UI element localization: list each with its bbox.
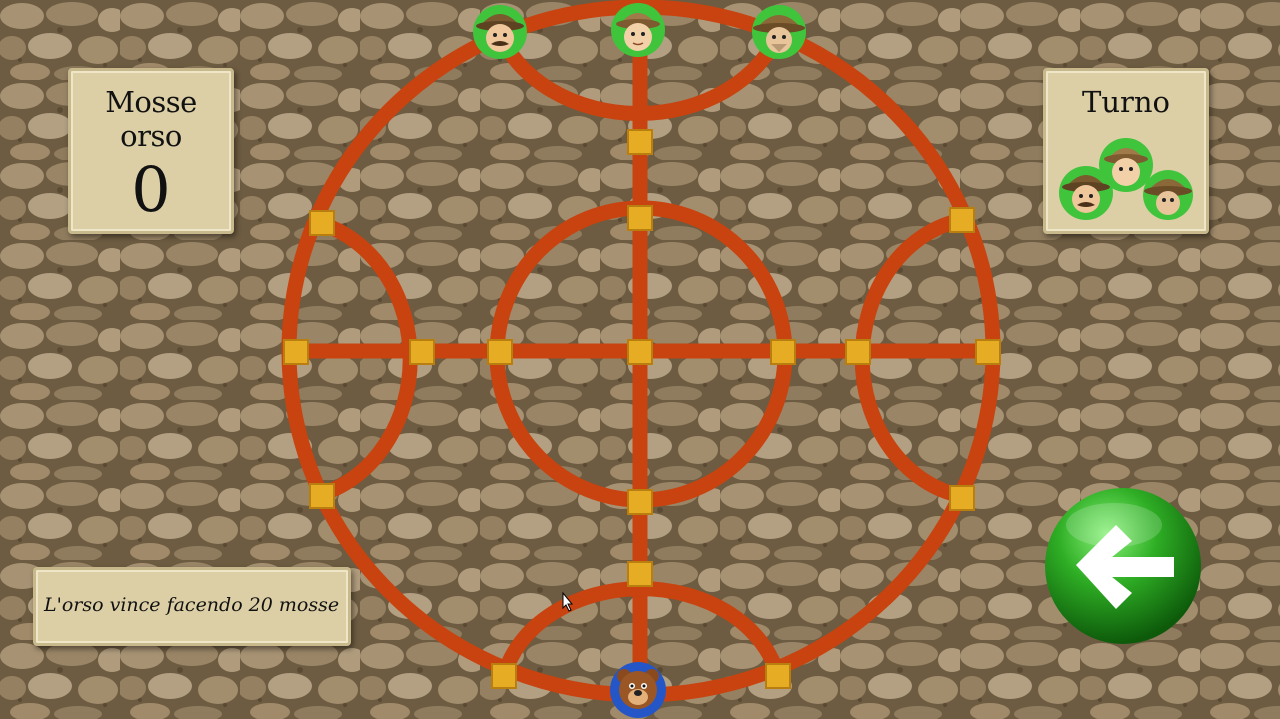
turn-panel: Turno [1043,68,1209,234]
info-panel: L'orso vince facendo 20 mosse [33,567,351,646]
moves-counter-value: 0 [131,153,171,226]
node[interactable] [627,129,653,155]
node[interactable] [409,339,435,365]
node[interactable] [283,339,309,365]
info-text: L'orso vince facendo 20 mosse [44,594,340,616]
node[interactable] [845,339,871,365]
node[interactable] [949,207,975,233]
node[interactable] [487,339,513,365]
node[interactable] [491,663,517,689]
node[interactable] [975,339,1001,365]
node[interactable] [627,561,653,587]
node[interactable] [949,485,975,511]
left-arc-track [319,216,418,502]
turn-hunters-indicator [1059,138,1193,220]
hunter-piece[interactable] [473,5,527,59]
hunter-piece[interactable] [611,3,665,57]
bear-piece[interactable] [610,662,666,718]
back-button[interactable] [1042,485,1204,647]
hunter-icon [1143,170,1193,220]
node[interactable] [627,339,653,365]
node[interactable] [627,489,653,515]
node[interactable] [627,205,653,231]
node[interactable] [765,663,791,689]
back-arrow-icon [1045,488,1201,644]
hunter-piece[interactable] [752,5,806,59]
node[interactable] [309,483,335,509]
moves-counter-panel: Mosse orso 0 [68,68,234,234]
moves-counter-title: Mosse orso [105,85,197,153]
hunter-icon [1059,166,1113,220]
node[interactable] [309,210,335,236]
node[interactable] [770,339,796,365]
